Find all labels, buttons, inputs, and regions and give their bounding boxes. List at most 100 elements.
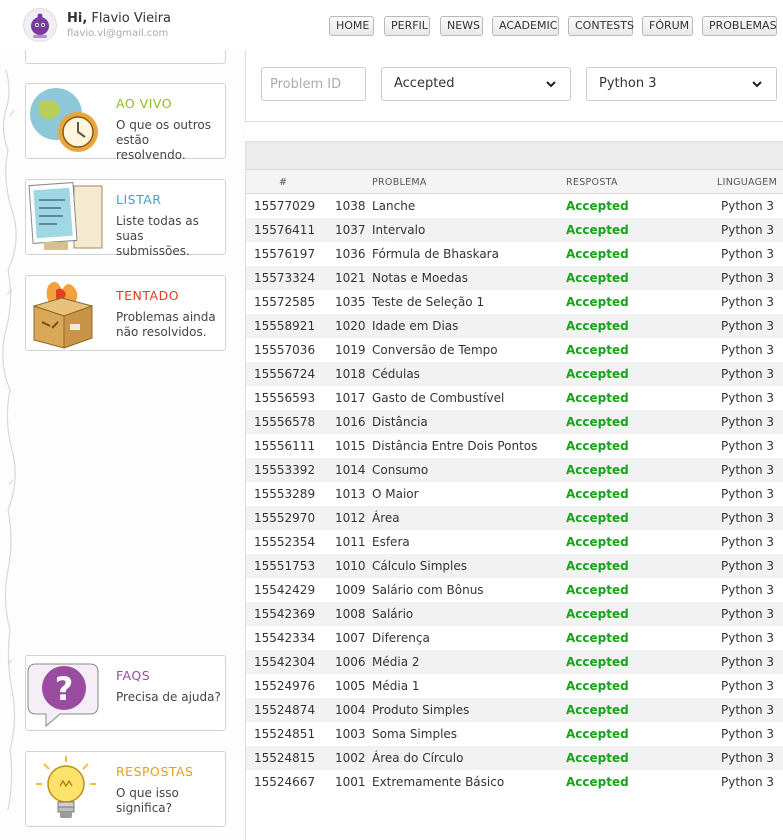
problem-name[interactable]: Fórmula de Bhaskara [372,247,499,261]
submission-id[interactable]: 15573324 [254,271,315,285]
submission-id[interactable]: 15556578 [254,415,315,429]
table-row[interactable]: 15553289 1013 O Maior Accepted Python 3 [246,482,783,506]
col-header-resposta[interactable]: RESPOSTA [566,177,618,188]
problem-name[interactable]: O Maior [372,487,419,501]
problem-name[interactable]: Diferença [372,631,430,645]
problem-name[interactable]: Conversão de Tempo [372,343,498,357]
sidebar-card-listar[interactable]: LISTAR Liste todas as suas submissões. [25,179,226,258]
problem-number[interactable]: 1002 [335,751,366,765]
table-row[interactable]: 15572585 1035 Teste de Seleção 1 Accepted Py… [246,290,783,314]
table-row[interactable]: 15556593 1017 Gasto de Combustível Accepted… [246,386,783,410]
problem-name[interactable]: Esfera [372,535,410,549]
problem-number[interactable]: 1017 [335,391,366,405]
submission-id[interactable]: 15542369 [254,607,315,621]
problem-name[interactable]: Produto Simples [372,703,469,717]
problem-number[interactable]: 1003 [335,727,366,741]
table-row[interactable]: 15542369 1008 Salário Accepted Python 3 [246,602,783,626]
table-row[interactable]: 15524874 1004 Produto Simples Accepted Pytho… [246,698,783,722]
nav-forum-button[interactable]: FÓRUM [642,16,693,36]
problem-name[interactable]: Cálculo Simples [372,559,467,573]
table-row[interactable]: 15576197 1036 Fórmula de Bhaskara Accepted P… [246,242,783,266]
submission-id[interactable]: 15577029 [254,199,315,213]
problem-name[interactable]: Área [372,511,400,525]
submission-id[interactable]: 15556593 [254,391,315,405]
problem-name[interactable]: Área do Círculo [372,751,463,765]
submission-id[interactable]: 15576411 [254,223,315,237]
problem-name[interactable]: Distância [372,415,428,429]
table-row[interactable]: 15553392 1014 Consumo Accepted Python 3 [246,458,783,482]
table-row[interactable]: 15556724 1018 Cédulas Accepted Python 3 [246,362,783,386]
problem-name[interactable]: Distância Entre Dois Pontos [372,439,537,453]
problem-name[interactable]: Consumo [372,463,428,477]
problem-number[interactable]: 1012 [335,511,366,525]
table-row[interactable]: 15552354 1011 Esfera Accepted Python 3 [246,530,783,554]
problem-number[interactable]: 1007 [335,631,366,645]
problem-name[interactable]: Notas e Moedas [372,271,468,285]
table-row[interactable]: 15551753 1010 Cálculo Simples Accepted Pytho… [246,554,783,578]
submission-id[interactable]: 15524851 [254,727,315,741]
language-select[interactable]: Python 3 [586,67,777,101]
sidebar-card-ao-vivo[interactable]: AO VIVO O que os outros estão resolvendo… [25,83,226,162]
problem-number[interactable]: 1013 [335,487,366,501]
submission-id[interactable]: 15551753 [254,559,315,573]
problem-name[interactable]: Cédulas [372,367,420,381]
problem-number[interactable]: 1018 [335,367,366,381]
table-row[interactable]: 15552970 1012 Área Accepted Python 3 [246,506,783,530]
submission-id[interactable]: 15542304 [254,655,315,669]
problem-number[interactable]: 1011 [335,535,366,549]
problem-name[interactable]: Salário [372,607,413,621]
submission-id[interactable]: 15572585 [254,295,315,309]
table-row[interactable]: 15556111 1015 Distância Entre Dois Pontos A… [246,434,783,458]
problem-name[interactable]: Extremamente Básico [372,775,504,789]
submission-id[interactable]: 15553392 [254,463,315,477]
submission-id[interactable]: 15524874 [254,703,315,717]
table-row[interactable]: 15573324 1021 Notas e Moedas Accepted Python… [246,266,783,290]
problem-number[interactable]: 1020 [335,319,366,333]
problem-name[interactable]: Idade em Dias [372,319,458,333]
submission-id[interactable]: 15552970 [254,511,315,525]
nav-news-button[interactable]: NEWS [440,16,483,36]
col-header-problema[interactable]: PROBLEMA [372,177,427,188]
problem-number[interactable]: 1038 [335,199,366,213]
submission-id[interactable]: 15552354 [254,535,315,549]
problem-number[interactable]: 1004 [335,703,366,717]
sidebar-card-respostas[interactable]: RESPOSTAS O que isso significa? [25,751,226,827]
sidebar-card-faqs[interactable]: ? FAQS Precisa de ajuda? [25,655,226,731]
table-row[interactable]: 15524851 1003 Soma Simples Accepted Python 3 [246,722,783,746]
problem-name[interactable]: Salário com Bônus [372,583,484,597]
problem-number[interactable]: 1010 [335,559,366,573]
problem-number[interactable]: 1005 [335,679,366,693]
submission-id[interactable]: 15558921 [254,319,315,333]
table-row[interactable]: 15576411 1037 Intervalo Accepted Python 3 [246,218,783,242]
nav-perfil-button[interactable]: PERFIL [384,16,430,36]
problem-number[interactable]: 1006 [335,655,366,669]
problem-id-input[interactable] [261,67,366,101]
problem-number[interactable]: 1001 [335,775,366,789]
col-header-linguagem[interactable]: LINGUAGEM [717,177,777,188]
table-row[interactable]: 15524976 1005 Média 1 Accepted Python 3 [246,674,783,698]
problem-name[interactable]: Gasto de Combustível [372,391,504,405]
sidebar-card-tentado[interactable]: TENTADO Problemas ainda não resolvidos. [25,275,226,351]
problem-name[interactable]: Intervalo [372,223,425,237]
table-row[interactable]: 15542429 1009 Salário com Bônus Accepted Pyt… [246,578,783,602]
table-row[interactable]: 15558921 1020 Idade em Dias Accepted Python … [246,314,783,338]
problem-name[interactable]: Soma Simples [372,727,457,741]
table-row[interactable]: 15542304 1006 Média 2 Accepted Python 3 [246,650,783,674]
submission-id[interactable]: 15524976 [254,679,315,693]
problem-number[interactable]: 1008 [335,607,366,621]
problem-name[interactable]: Média 2 [372,655,420,669]
table-row[interactable]: 15524815 1002 Área do Círculo Accepted Pytho… [246,746,783,770]
table-row[interactable]: 15557036 1019 Conversão de Tempo Accepted Py… [246,338,783,362]
problem-name[interactable]: Média 1 [372,679,420,693]
problem-number[interactable]: 1036 [335,247,366,261]
submission-id[interactable]: 15556724 [254,367,315,381]
submission-id[interactable]: 15556111 [254,439,315,453]
nav-home-button[interactable]: HOME [329,16,374,36]
answer-select[interactable]: Accepted [381,67,571,101]
submission-id[interactable]: 15557036 [254,343,315,357]
nav-problemas-button[interactable]: PROBLEMAS [702,16,777,36]
submission-id[interactable]: 15524667 [254,775,315,789]
problem-name[interactable]: Lanche [372,199,415,213]
problem-number[interactable]: 1019 [335,343,366,357]
submission-id[interactable]: 15542334 [254,631,315,645]
